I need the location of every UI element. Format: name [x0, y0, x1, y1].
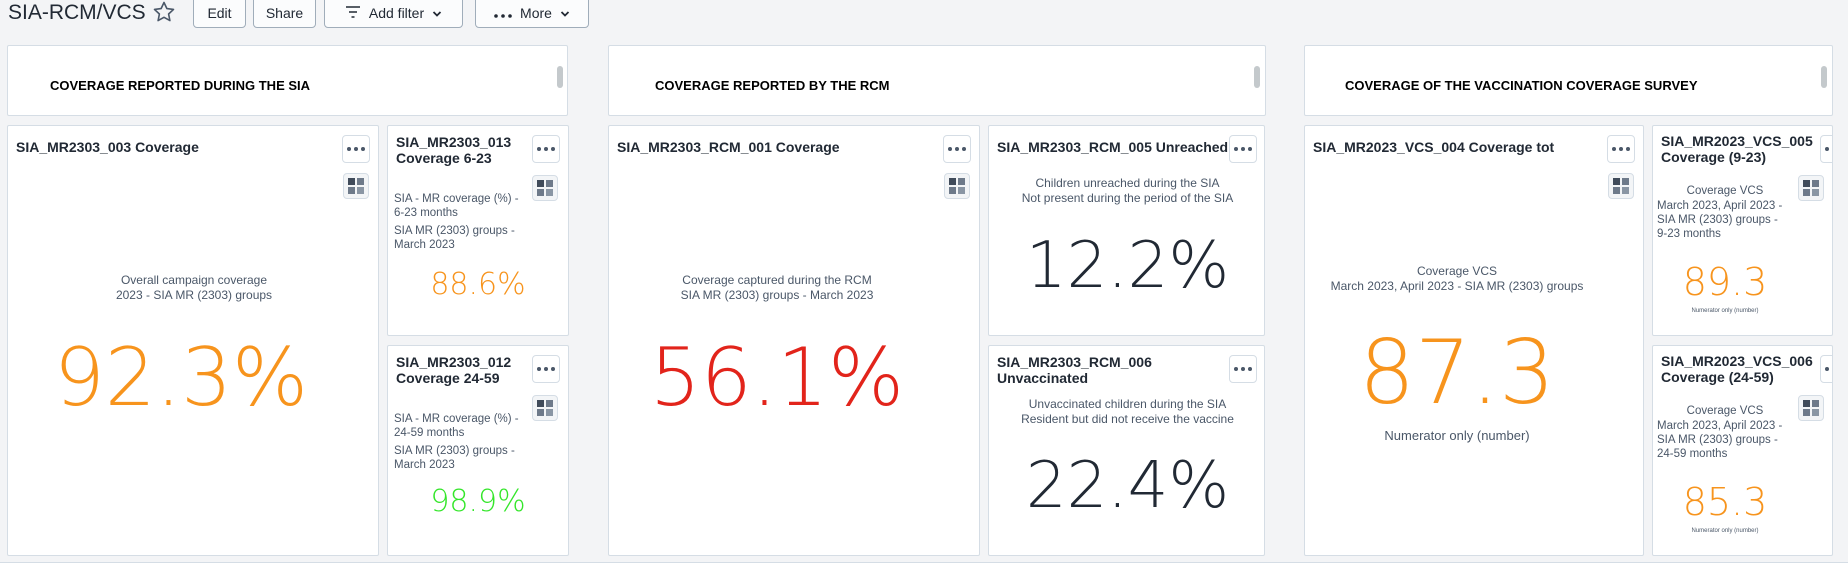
- card-description-detail: March 2023, April 2023 - SIA MR (2303) g…: [1657, 200, 1783, 240]
- scrollbar[interactable]: [1821, 66, 1827, 88]
- chevron-down-icon: [560, 5, 570, 21]
- visualization-type-icon[interactable]: [532, 175, 558, 201]
- add-filter-button[interactable]: Add filter: [324, 0, 463, 28]
- filter-icon: [345, 5, 361, 21]
- value-caption: Numerator only (number): [1691, 528, 1759, 534]
- item-menu-button[interactable]: [1607, 135, 1635, 163]
- section-title: COVERAGE OF THE VACCINATION COVERAGE SUR…: [1345, 78, 1698, 93]
- single-value: 92.3%: [53, 331, 309, 424]
- section-header-vcs: COVERAGE OF THE VACCINATION COVERAGE SUR…: [1304, 45, 1833, 116]
- card-description: Coverage VCS: [1686, 405, 1764, 417]
- item-menu-button[interactable]: [1820, 355, 1832, 383]
- card-description-detail: March 2023, April 2023 - SIA MR (2303) g…: [1657, 420, 1783, 460]
- dashboard-toolbar: SIA-RCM/VCS Edit Share Add filter More: [0, 0, 1848, 30]
- card-title: SIA_MR2023_VCS_005 Coverage (9-23): [1661, 133, 1813, 165]
- section-header-sia: COVERAGE REPORTED DURING THE SIA: [7, 45, 568, 116]
- rcm-006-unvaccinated-card: SIA_MR2303_RCM_006 Unvaccinated Unvaccin…: [988, 345, 1265, 556]
- edit-button[interactable]: Edit: [193, 0, 246, 28]
- card-title: SIA_MR2303_003 Coverage: [16, 139, 199, 155]
- section-title: COVERAGE REPORTED DURING THE SIA: [50, 78, 311, 93]
- share-button[interactable]: Share: [253, 0, 316, 28]
- single-value: 88.6%: [430, 267, 526, 302]
- visualization-type-icon[interactable]: [1798, 175, 1824, 201]
- rcm-001-coverage-card: SIA_MR2303_RCM_001 Coverage Coverage cap…: [608, 125, 980, 556]
- item-menu-button[interactable]: [532, 355, 560, 383]
- item-menu-button[interactable]: [1820, 135, 1832, 163]
- single-value: 89.3: [1682, 260, 1768, 304]
- card-title: SIA_MR2023_VCS_004 Coverage tot: [1313, 139, 1555, 155]
- scrollbar[interactable]: [557, 66, 563, 88]
- card-description: Children unreached during the SIA Not pr…: [1021, 176, 1234, 205]
- visualization-type-icon[interactable]: [532, 395, 558, 421]
- next-row-edge: [0, 562, 1848, 569]
- card-description: Coverage VCS March 2023, April 2023 - SI…: [1330, 264, 1584, 293]
- rcm-005-unreached-card: SIA_MR2303_RCM_005 Unreached Children un…: [988, 125, 1265, 336]
- card-title: SIA_MR2303_012 Coverage 24-59: [396, 354, 512, 386]
- vcs-006-coverage-card: SIA_MR2023_VCS_006 Coverage (24-59) Cove…: [1652, 345, 1833, 556]
- dashboard-title: SIA-RCM/VCS: [8, 1, 146, 24]
- card-description: Coverage captured during the RCM SIA MR …: [680, 273, 874, 302]
- single-value: 98.9%: [430, 484, 526, 519]
- single-value: 87.3: [1359, 321, 1555, 424]
- card-title: SIA_MR2303_013 Coverage 6-23: [396, 134, 512, 166]
- single-value: 12.2%: [1025, 229, 1230, 303]
- more-dots-icon: [494, 5, 512, 21]
- card-description: Unvaccinated children during the SIA Res…: [1021, 397, 1234, 426]
- vcs-005-coverage-card: SIA_MR2023_VCS_005 Coverage (9-23) Cover…: [1652, 125, 1833, 336]
- more-button[interactable]: More: [475, 0, 589, 28]
- visualization-type-icon[interactable]: [1608, 173, 1634, 199]
- card-title: SIA_MR2303_RCM_001 Coverage: [617, 139, 840, 155]
- item-menu-button[interactable]: [1229, 355, 1257, 383]
- value-caption: Numerator only (number): [1384, 428, 1530, 443]
- item-menu-button[interactable]: [943, 135, 971, 163]
- vcs-004-coverage-card: SIA_MR2023_VCS_004 Coverage tot Coverage…: [1304, 125, 1644, 556]
- visualization-type-icon[interactable]: [944, 173, 970, 199]
- star-icon[interactable]: [152, 0, 176, 24]
- card-description: SIA - MR coverage (%) - 6-23 months SIA …: [394, 193, 519, 251]
- card-title: SIA_MR2303_RCM_005 Unreached: [997, 139, 1229, 155]
- card-description: Overall campaign coverage 2023 - SIA MR …: [115, 273, 273, 302]
- single-value: 22.4%: [1025, 449, 1230, 523]
- value-caption: Numerator only (number): [1691, 308, 1759, 314]
- item-menu-button[interactable]: [532, 135, 560, 163]
- section-header-rcm: COVERAGE REPORTED BY THE RCM: [608, 45, 1266, 116]
- visualization-type-icon[interactable]: [1798, 395, 1824, 421]
- chevron-down-icon: [432, 5, 442, 21]
- card-title: SIA_MR2303_RCM_006 Unvaccinated: [997, 354, 1152, 386]
- item-menu-button[interactable]: [1229, 135, 1257, 163]
- coverage-013-card: SIA_MR2303_013 Coverage 6-23 SIA - MR co…: [387, 125, 569, 336]
- coverage-012-card: SIA_MR2303_012 Coverage 24-59 SIA - MR c…: [387, 345, 569, 556]
- single-value: 85.3: [1682, 480, 1768, 524]
- coverage-003-card: SIA_MR2303_003 Coverage Overall campaign…: [7, 125, 379, 556]
- scrollbar[interactable]: [1254, 66, 1260, 88]
- single-value: 56.1%: [649, 331, 905, 424]
- section-title: COVERAGE REPORTED BY THE RCM: [655, 78, 890, 93]
- card-title: SIA_MR2023_VCS_006 Coverage (24-59): [1661, 353, 1813, 385]
- visualization-type-icon[interactable]: [343, 173, 369, 199]
- item-menu-button[interactable]: [342, 135, 370, 163]
- card-description: Coverage VCS: [1686, 185, 1764, 197]
- card-description: SIA - MR coverage (%) - 24-59 months SIA…: [394, 413, 519, 471]
